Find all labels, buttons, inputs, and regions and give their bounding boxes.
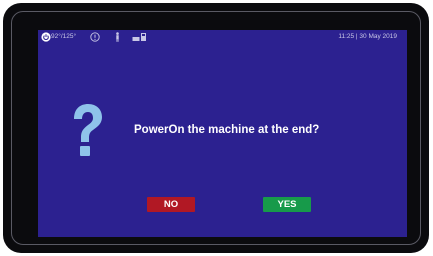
help-question-icon [74, 104, 102, 156]
status-bar: 92°/125° 11:25 | 30 May 2019 [38, 30, 407, 44]
power-icon [41, 32, 51, 42]
printer-icon[interactable] [132, 32, 148, 42]
alert-icon[interactable] [90, 32, 100, 42]
dialog-message: PowerOn the machine at the end? [134, 124, 320, 136]
device-frame: 92°/125° 11:25 | 30 May 2019 PowerOn the… [3, 3, 429, 253]
person-icon[interactable] [114, 32, 121, 42]
temperature-readout: 92°/125° [51, 33, 77, 40]
datetime: 11:25 | 30 May 2019 [338, 33, 397, 40]
no-button[interactable]: NO [147, 197, 195, 212]
screen: 92°/125° 11:25 | 30 May 2019 PowerOn the… [38, 30, 407, 237]
yes-button[interactable]: YES [263, 197, 311, 212]
